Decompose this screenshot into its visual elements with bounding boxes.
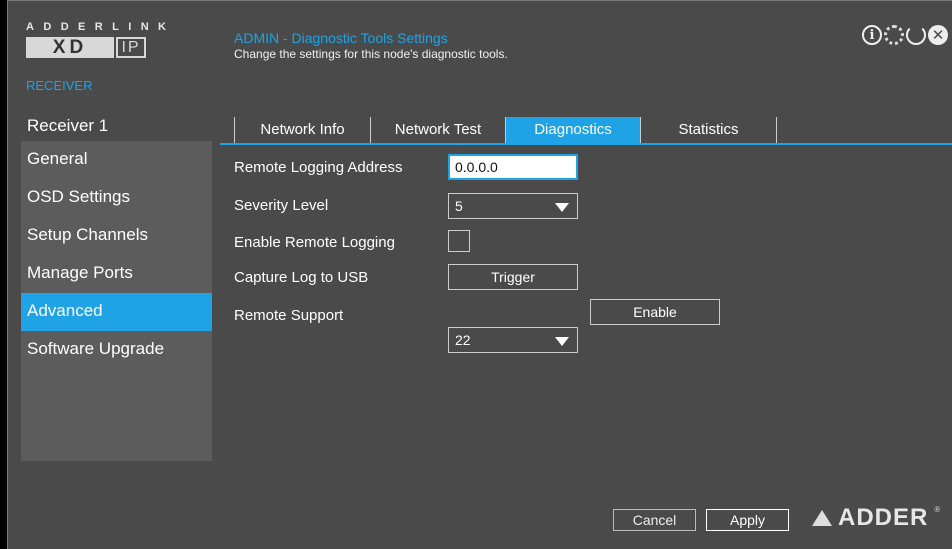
remote-logging-address-input[interactable] [448, 154, 578, 180]
brand-name: ADDERLINK [26, 21, 176, 33]
severity-level-value: 5 [455, 198, 463, 214]
page-subtitle: Change the settings for this node's diag… [234, 47, 508, 61]
sidebar-item-software-upgrade[interactable]: Software Upgrade [21, 331, 212, 369]
tab-bar: Network Info Network Test Diagnostics St… [234, 117, 777, 143]
sidebar-item-advanced[interactable]: Advanced [21, 293, 212, 331]
adderlink-logo: ADDERLINK XD IP RECEIVER [26, 21, 226, 93]
cancel-button[interactable]: Cancel [613, 509, 696, 531]
remote-logging-address-label: Remote Logging Address [234, 159, 403, 176]
severity-level-label: Severity Level [234, 197, 329, 214]
refresh-icon[interactable] [906, 25, 926, 45]
enable-remote-logging-checkbox[interactable] [448, 230, 470, 252]
severity-level-select[interactable]: 5 [448, 193, 578, 219]
tab-underline [220, 143, 952, 145]
sidebar-item-setup-channels[interactable]: Setup Channels [21, 217, 212, 255]
info-icon[interactable]: i [862, 25, 882, 45]
adder-mark-icon [812, 508, 832, 528]
remote-support-label: Remote Support [234, 307, 344, 324]
remote-support-value: 22 [455, 332, 471, 348]
sidebar-item-osd-settings[interactable]: OSD Settings [21, 179, 212, 217]
sidebar-item-general[interactable]: General [21, 141, 212, 179]
node-role: RECEIVER [26, 78, 93, 93]
apply-button[interactable]: Apply [706, 509, 789, 531]
close-icon[interactable]: ✕ [928, 25, 948, 45]
enable-remote-logging-label: Enable Remote Logging [234, 234, 395, 251]
remote-logging-address-wrap [448, 154, 578, 180]
gear-icon[interactable] [884, 25, 904, 45]
registered-mark: ® [934, 504, 941, 514]
sidebar: Receiver 1 General OSD Settings Setup Ch… [21, 111, 212, 461]
tab-divider [776, 117, 777, 143]
product-main: XD [26, 37, 114, 58]
capture-log-label: Capture Log to USB [234, 269, 369, 286]
chevron-down-icon [555, 337, 569, 346]
tab-diagnostics[interactable]: Diagnostics [505, 117, 640, 143]
sidebar-device-name: Receiver 1 [21, 111, 212, 141]
product-suffix: IP [116, 37, 146, 58]
tab-network-info[interactable]: Network Info [234, 117, 370, 143]
app-window: ADDERLINK XD IP RECEIVER ADMIN - Diagnos… [7, 0, 952, 549]
trigger-button[interactable]: Trigger [448, 264, 578, 290]
chevron-down-icon [555, 203, 569, 212]
sidebar-item-manage-ports[interactable]: Manage Ports [21, 255, 212, 293]
page-title: ADMIN - Diagnostic Tools Settings [234, 30, 448, 46]
remote-support-select[interactable]: 22 [448, 327, 578, 353]
tab-statistics[interactable]: Statistics [640, 117, 776, 143]
product-logo: XD IP [26, 37, 146, 58]
header-icons: i ✕ [862, 25, 948, 45]
adder-footer-logo: ADDER ® [812, 504, 940, 532]
enable-button[interactable]: Enable [590, 299, 720, 325]
tab-network-test[interactable]: Network Test [370, 117, 505, 143]
adder-wordmark: ADDER [838, 504, 929, 531]
